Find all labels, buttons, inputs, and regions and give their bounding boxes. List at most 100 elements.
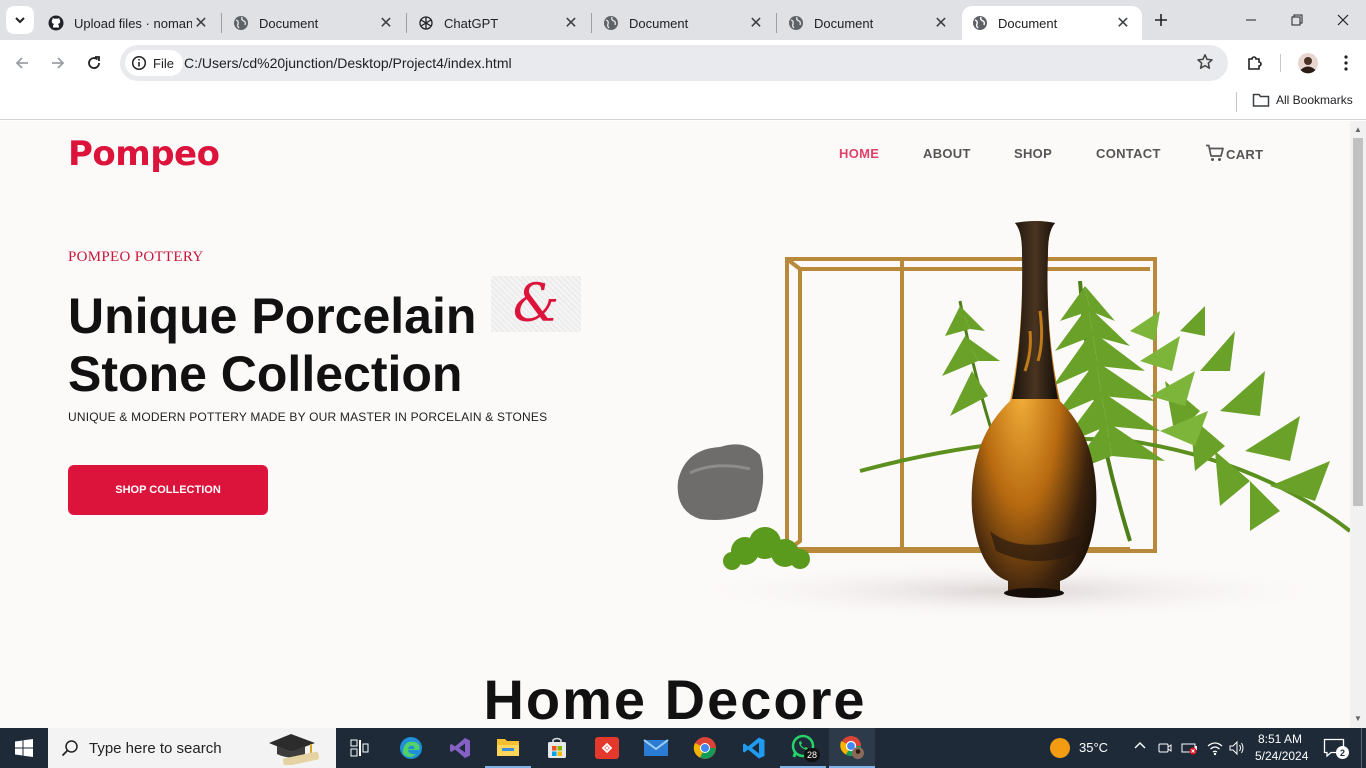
windows-logo-icon [15, 739, 33, 757]
section-title: Home Decore [483, 668, 867, 728]
taskbar-mail[interactable] [633, 728, 679, 768]
globe-icon [972, 15, 988, 31]
kebab-menu-icon [1344, 55, 1348, 71]
close-icon[interactable]: ✕ [1114, 14, 1132, 32]
restore-button[interactable] [1274, 0, 1320, 40]
github-icon [48, 15, 64, 31]
weather-temperature[interactable]: 35°C [1079, 740, 1108, 755]
ampersand-text: & [512, 274, 560, 334]
wifi-icon[interactable] [1206, 740, 1224, 759]
nav-cart[interactable]: CART [1205, 143, 1263, 162]
clock-time[interactable]: 8:51 AM [1258, 732, 1302, 746]
address-bar[interactable]: File C:/Users/cd%20junction/Desktop/Proj… [120, 45, 1228, 81]
close-icon[interactable]: ✕ [747, 14, 765, 32]
fern-leaves [859, 280, 1350, 542]
tab-upload-files[interactable]: Upload files · nomanu ✕ [38, 6, 220, 40]
profile-avatar[interactable] [1293, 48, 1323, 78]
puzzle-icon [1248, 56, 1262, 70]
taskbar-vscode[interactable] [731, 728, 777, 768]
tab-search-button[interactable] [6, 6, 34, 34]
hero-image [677, 221, 1350, 621]
task-view-button[interactable] [337, 728, 383, 768]
globe-icon [603, 15, 619, 31]
taskbar-chrome-profile[interactable] [829, 728, 875, 768]
taskbar-search[interactable]: Type here to search [48, 728, 336, 768]
browser-menu-button[interactable] [1331, 48, 1361, 78]
taskbar-visual-studio[interactable] [437, 728, 483, 768]
scroll-down-arrow-icon[interactable]: ▼ [1354, 714, 1362, 723]
minimize-button[interactable] [1228, 0, 1274, 40]
toolbar-divider [1280, 54, 1281, 72]
browser-toolbar: File C:/Users/cd%20junction/Desktop/Proj… [0, 40, 1366, 86]
site-info-chip[interactable]: File [125, 50, 183, 76]
nav-cart-label: CART [1226, 147, 1264, 162]
url-text[interactable]: C:/Users/cd%20junction/Desktop/Project4/… [184, 55, 512, 71]
taskbar-git[interactable] [584, 728, 630, 768]
scroll-thumb[interactable] [1353, 138, 1363, 506]
forward-button[interactable] [43, 48, 73, 78]
nav-contact[interactable]: CONTACT [1096, 146, 1161, 161]
visual-studio-icon [450, 738, 470, 758]
plus-icon [1155, 14, 1167, 26]
weather-sun-icon[interactable] [1050, 738, 1070, 758]
all-bookmarks-label: All Bookmarks [1276, 93, 1353, 107]
file-explorer-icon [497, 739, 519, 756]
hero-title-line-2: Stone Collection [68, 346, 463, 402]
battery-warning-icon[interactable] [1181, 740, 1199, 759]
notification-center-button[interactable]: 2 [1320, 736, 1350, 762]
close-window-button[interactable] [1320, 0, 1366, 40]
close-icon[interactable]: ✕ [562, 14, 580, 32]
new-tab-button[interactable] [1146, 5, 1176, 35]
chrome-profile-icon [840, 736, 864, 759]
all-bookmarks-button[interactable]: All Bookmarks [1252, 92, 1353, 108]
tab-divider [406, 13, 407, 33]
close-icon[interactable]: ✕ [192, 14, 210, 32]
globe-icon [788, 15, 804, 31]
tab-document-3[interactable]: Document ✕ [778, 6, 960, 40]
taskbar-whatsapp[interactable]: 28 [780, 728, 826, 768]
back-button[interactable] [7, 48, 37, 78]
taskbar-edge[interactable] [388, 728, 434, 768]
reload-button[interactable] [79, 48, 109, 78]
hero-eyebrow: POMPEO POTTERY [68, 249, 204, 265]
tab-title: Document [259, 15, 319, 31]
tab-strip: Upload files · nomanu ✕ Document ✕ ChatG… [0, 0, 1366, 40]
vscode-icon [743, 737, 765, 759]
nav-shop[interactable]: SHOP [1014, 146, 1052, 161]
bookmark-star-icon[interactable] [1196, 53, 1214, 76]
scroll-up-arrow-icon[interactable]: ▲ [1354, 125, 1362, 134]
tab-document-1[interactable]: Document ✕ [223, 6, 405, 40]
start-button[interactable] [1, 728, 47, 768]
bookmarks-divider [1236, 92, 1237, 112]
meet-now-icon[interactable] [1157, 740, 1173, 759]
tab-document-2[interactable]: Document ✕ [593, 6, 775, 40]
ampersand-graphic: & [491, 276, 581, 332]
taskbar-file-explorer[interactable] [485, 728, 531, 768]
taskbar-chrome[interactable] [682, 728, 728, 768]
page-scrollbar[interactable]: ▲ ▼ [1350, 121, 1366, 728]
chevron-down-icon [15, 17, 25, 24]
nav-about[interactable]: ABOUT [923, 146, 971, 161]
tab-divider [221, 13, 222, 33]
tab-document-active[interactable]: Document ✕ [962, 6, 1142, 40]
folder-icon [1252, 93, 1270, 107]
taskbar-microsoft-store[interactable] [534, 728, 580, 768]
moss [723, 527, 810, 570]
page-viewport: Pompeo HOME ABOUT SHOP CONTACT CART POMP… [0, 121, 1350, 728]
tab-title: ChatGPT [444, 15, 499, 31]
tab-chatgpt[interactable]: ChatGPT ✕ [408, 6, 590, 40]
nav-home[interactable]: HOME [839, 146, 879, 161]
search-icon [61, 740, 78, 757]
close-icon[interactable]: ✕ [932, 14, 950, 32]
site-logo[interactable]: Pompeo [68, 134, 220, 174]
clock-date[interactable]: 5/24/2024 [1255, 749, 1308, 763]
show-desktop-button[interactable] [1361, 728, 1362, 768]
notification-count: 2 [1336, 746, 1349, 759]
tab-title: Document [814, 15, 874, 31]
volume-icon[interactable] [1228, 740, 1246, 759]
info-icon [131, 55, 147, 71]
shop-collection-button[interactable]: SHOP COLLECTION [68, 465, 268, 515]
close-icon[interactable]: ✕ [377, 14, 395, 32]
tray-chevron-up-icon[interactable] [1133, 738, 1147, 755]
extensions-button[interactable] [1240, 48, 1270, 78]
